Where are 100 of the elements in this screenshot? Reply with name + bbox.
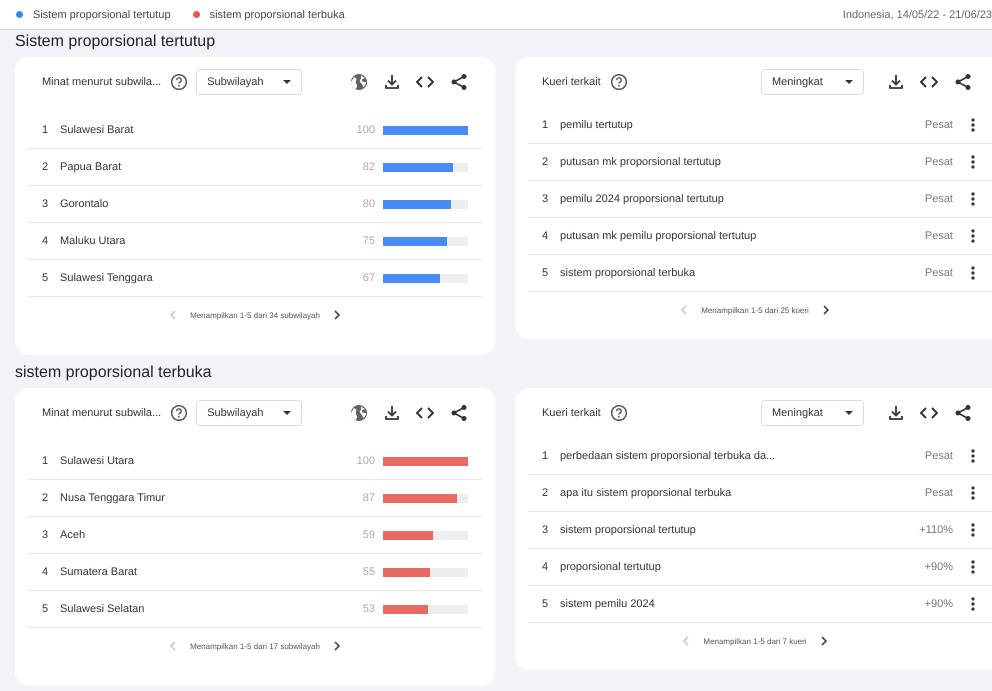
growth-value: Pesat xyxy=(924,119,953,131)
rank-number: 4 xyxy=(42,566,50,578)
more-options-icon[interactable] xyxy=(971,597,975,611)
query-link[interactable]: putusan mk pemilu proporsional tertutup xyxy=(560,230,925,242)
growth-value: +110% xyxy=(919,524,953,536)
rank-number: 2 xyxy=(542,487,550,499)
pagination-text: Menampilkan 1-5 dari 7 kueri xyxy=(703,636,807,646)
share-icon[interactable] xyxy=(954,404,972,422)
rank-number: 5 xyxy=(42,272,50,284)
download-icon[interactable] xyxy=(888,74,904,90)
more-options-icon[interactable] xyxy=(971,449,975,463)
interest-value: 75 xyxy=(362,235,375,247)
rank-number: 5 xyxy=(542,598,550,610)
more-options-icon[interactable] xyxy=(971,266,975,280)
embed-code-icon[interactable] xyxy=(416,76,434,88)
globe-icon[interactable] xyxy=(350,404,368,422)
rank-number: 3 xyxy=(542,524,550,536)
rank-number: 1 xyxy=(42,124,50,136)
growth-value: Pesat xyxy=(924,193,953,205)
region-name: Sulawesi Utara xyxy=(60,455,135,467)
query-link[interactable]: apa itu sistem proporsional terbuka xyxy=(560,487,925,499)
query-link[interactable]: proporsional tertutup xyxy=(560,561,925,573)
share-icon[interactable] xyxy=(450,404,468,422)
dropdown[interactable]: Subwilayah xyxy=(196,69,302,95)
region-name: Sulawesi Selatan xyxy=(60,603,146,615)
more-options-icon[interactable] xyxy=(971,560,975,574)
region-name: Nusa Tenggara Timur xyxy=(60,492,166,504)
card-title: Minat menurut subwila... xyxy=(42,76,162,88)
interest-value: 80 xyxy=(362,198,375,210)
rank-number: 4 xyxy=(542,230,550,242)
query-link[interactable]: perbedaan sistem proporsional terbuka da... xyxy=(560,450,925,462)
region-name: Sumatera Barat xyxy=(60,566,138,578)
query-link[interactable]: putusan mk proporsional tertutup xyxy=(560,156,925,168)
region-name: Sulawesi Tenggara xyxy=(60,272,154,284)
chevron-right-icon[interactable] xyxy=(334,641,341,651)
card-title: Minat menurut subwila... xyxy=(42,407,162,419)
more-options-icon[interactable] xyxy=(971,192,975,206)
card-title: Kueri terkait xyxy=(542,407,601,419)
growth-value: +90% xyxy=(924,598,953,610)
interest-value: 100 xyxy=(356,455,375,467)
share-icon[interactable] xyxy=(450,73,468,91)
growth-value: Pesat xyxy=(924,450,953,462)
download-icon[interactable] xyxy=(384,74,400,90)
pagination-text: Menampilkan 1-5 dari 17 subwilayah xyxy=(190,642,320,650)
rank-number: 1 xyxy=(542,450,550,462)
growth-value: Pesat xyxy=(924,156,953,168)
region-name: Papua Barat xyxy=(60,161,122,173)
query-link[interactable]: pemilu tertutup xyxy=(560,119,925,131)
rank-number: 1 xyxy=(542,119,550,131)
more-options-icon[interactable] xyxy=(971,486,975,500)
chevron-right-icon[interactable] xyxy=(820,636,828,646)
growth-value: Pesat xyxy=(924,267,953,279)
rank-number: 5 xyxy=(42,603,50,615)
rank-number: 1 xyxy=(42,455,50,467)
growth-value: Pesat xyxy=(924,487,953,499)
rank-number: 2 xyxy=(542,156,550,168)
query-link[interactable]: sistem proporsional tertutup xyxy=(560,524,920,536)
chevron-right-icon[interactable] xyxy=(822,305,830,315)
more-options-icon[interactable] xyxy=(971,118,975,132)
help-icon[interactable] xyxy=(610,73,628,91)
download-icon[interactable] xyxy=(888,405,904,421)
caret-icon xyxy=(283,411,292,415)
rank-number: 3 xyxy=(42,529,50,541)
share-icon[interactable] xyxy=(954,73,972,91)
query-link[interactable]: sistem pemilu 2024 xyxy=(560,598,925,610)
globe-icon[interactable] xyxy=(350,73,368,91)
growth-value: Pesat xyxy=(924,230,953,242)
interest-value: 100 xyxy=(356,124,375,136)
embed-code-icon[interactable] xyxy=(920,407,938,419)
embed-code-icon[interactable] xyxy=(920,76,938,88)
help-icon[interactable] xyxy=(170,404,188,422)
legend-label: sistem proporsional terbuka xyxy=(210,8,345,20)
query-link[interactable]: pemilu 2024 proporsional tertutup xyxy=(560,193,925,205)
pagination-text: Menampilkan 1-5 dari 34 subwilayah xyxy=(190,310,320,320)
section-title: sistem proporsional terbuka xyxy=(14,363,213,383)
growth-value: +90% xyxy=(924,561,953,573)
region-name: Maluku Utara xyxy=(60,235,126,247)
help-icon[interactable] xyxy=(170,73,188,91)
chevron-right-icon[interactable] xyxy=(334,310,341,320)
more-options-icon[interactable] xyxy=(971,229,975,243)
region-name: Gorontalo xyxy=(60,198,110,210)
card-title: Kueri terkait xyxy=(542,76,601,88)
dropdown[interactable]: Subwilayah xyxy=(196,400,302,426)
rank-number: 4 xyxy=(42,235,50,247)
interest-value: 82 xyxy=(362,161,375,173)
dropdown[interactable]: Meningkat xyxy=(761,400,864,426)
help-icon[interactable] xyxy=(610,404,628,422)
interest-value: 87 xyxy=(362,492,375,504)
rank-number: 3 xyxy=(42,198,50,210)
caret-icon xyxy=(845,411,853,415)
embed-code-icon[interactable] xyxy=(416,407,434,419)
interest-value: 53 xyxy=(362,603,375,615)
dropdown[interactable]: Meningkat xyxy=(761,69,864,95)
more-options-icon[interactable] xyxy=(971,155,975,169)
interest-value: 59 xyxy=(362,529,375,541)
query-link[interactable]: sistem proporsional terbuka xyxy=(560,267,925,279)
download-icon[interactable] xyxy=(384,405,400,421)
interest-value: 55 xyxy=(362,566,375,578)
more-options-icon[interactable] xyxy=(971,523,975,537)
region-name: Aceh xyxy=(60,529,86,541)
